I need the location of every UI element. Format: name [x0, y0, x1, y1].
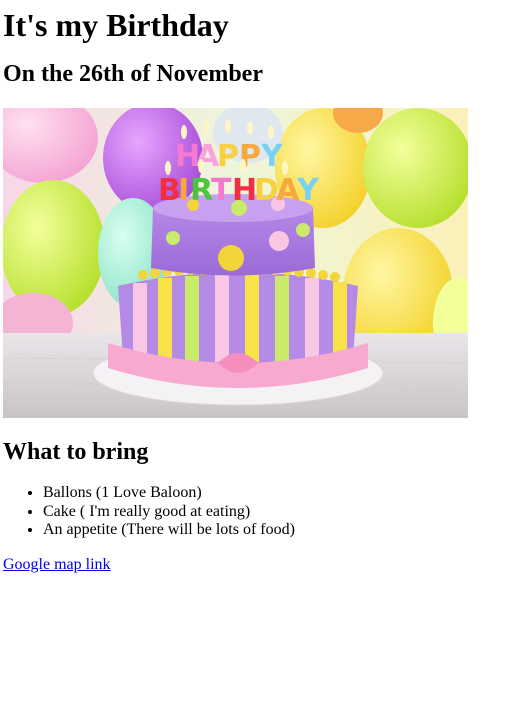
list-item: Cake ( I'm really good at eating): [43, 503, 508, 522]
svg-text:T: T: [211, 173, 232, 208]
page: It's my Birthday On the 26th of November: [0, 0, 508, 728]
google-map-link[interactable]: Google map link: [3, 556, 111, 574]
date-heading: On the 26th of November: [3, 61, 263, 87]
birthday-cake-image: H A P P Y B I R T H D A Y: [3, 108, 468, 418]
svg-text:Y: Y: [260, 139, 284, 174]
list-item: Ballons (1 Love Baloon): [43, 484, 508, 503]
page-title: It's my Birthday: [3, 7, 229, 43]
svg-text:I: I: [178, 173, 189, 208]
what-to-bring-heading: What to bring: [3, 439, 149, 465]
list-item: An appetite (There will be lots of food): [43, 521, 508, 540]
svg-text:R: R: [190, 173, 213, 208]
svg-text:Y: Y: [296, 173, 320, 208]
bring-list: Ballons (1 Love Baloon) Cake ( I'm reall…: [3, 484, 508, 540]
svg-text:P: P: [217, 139, 239, 174]
